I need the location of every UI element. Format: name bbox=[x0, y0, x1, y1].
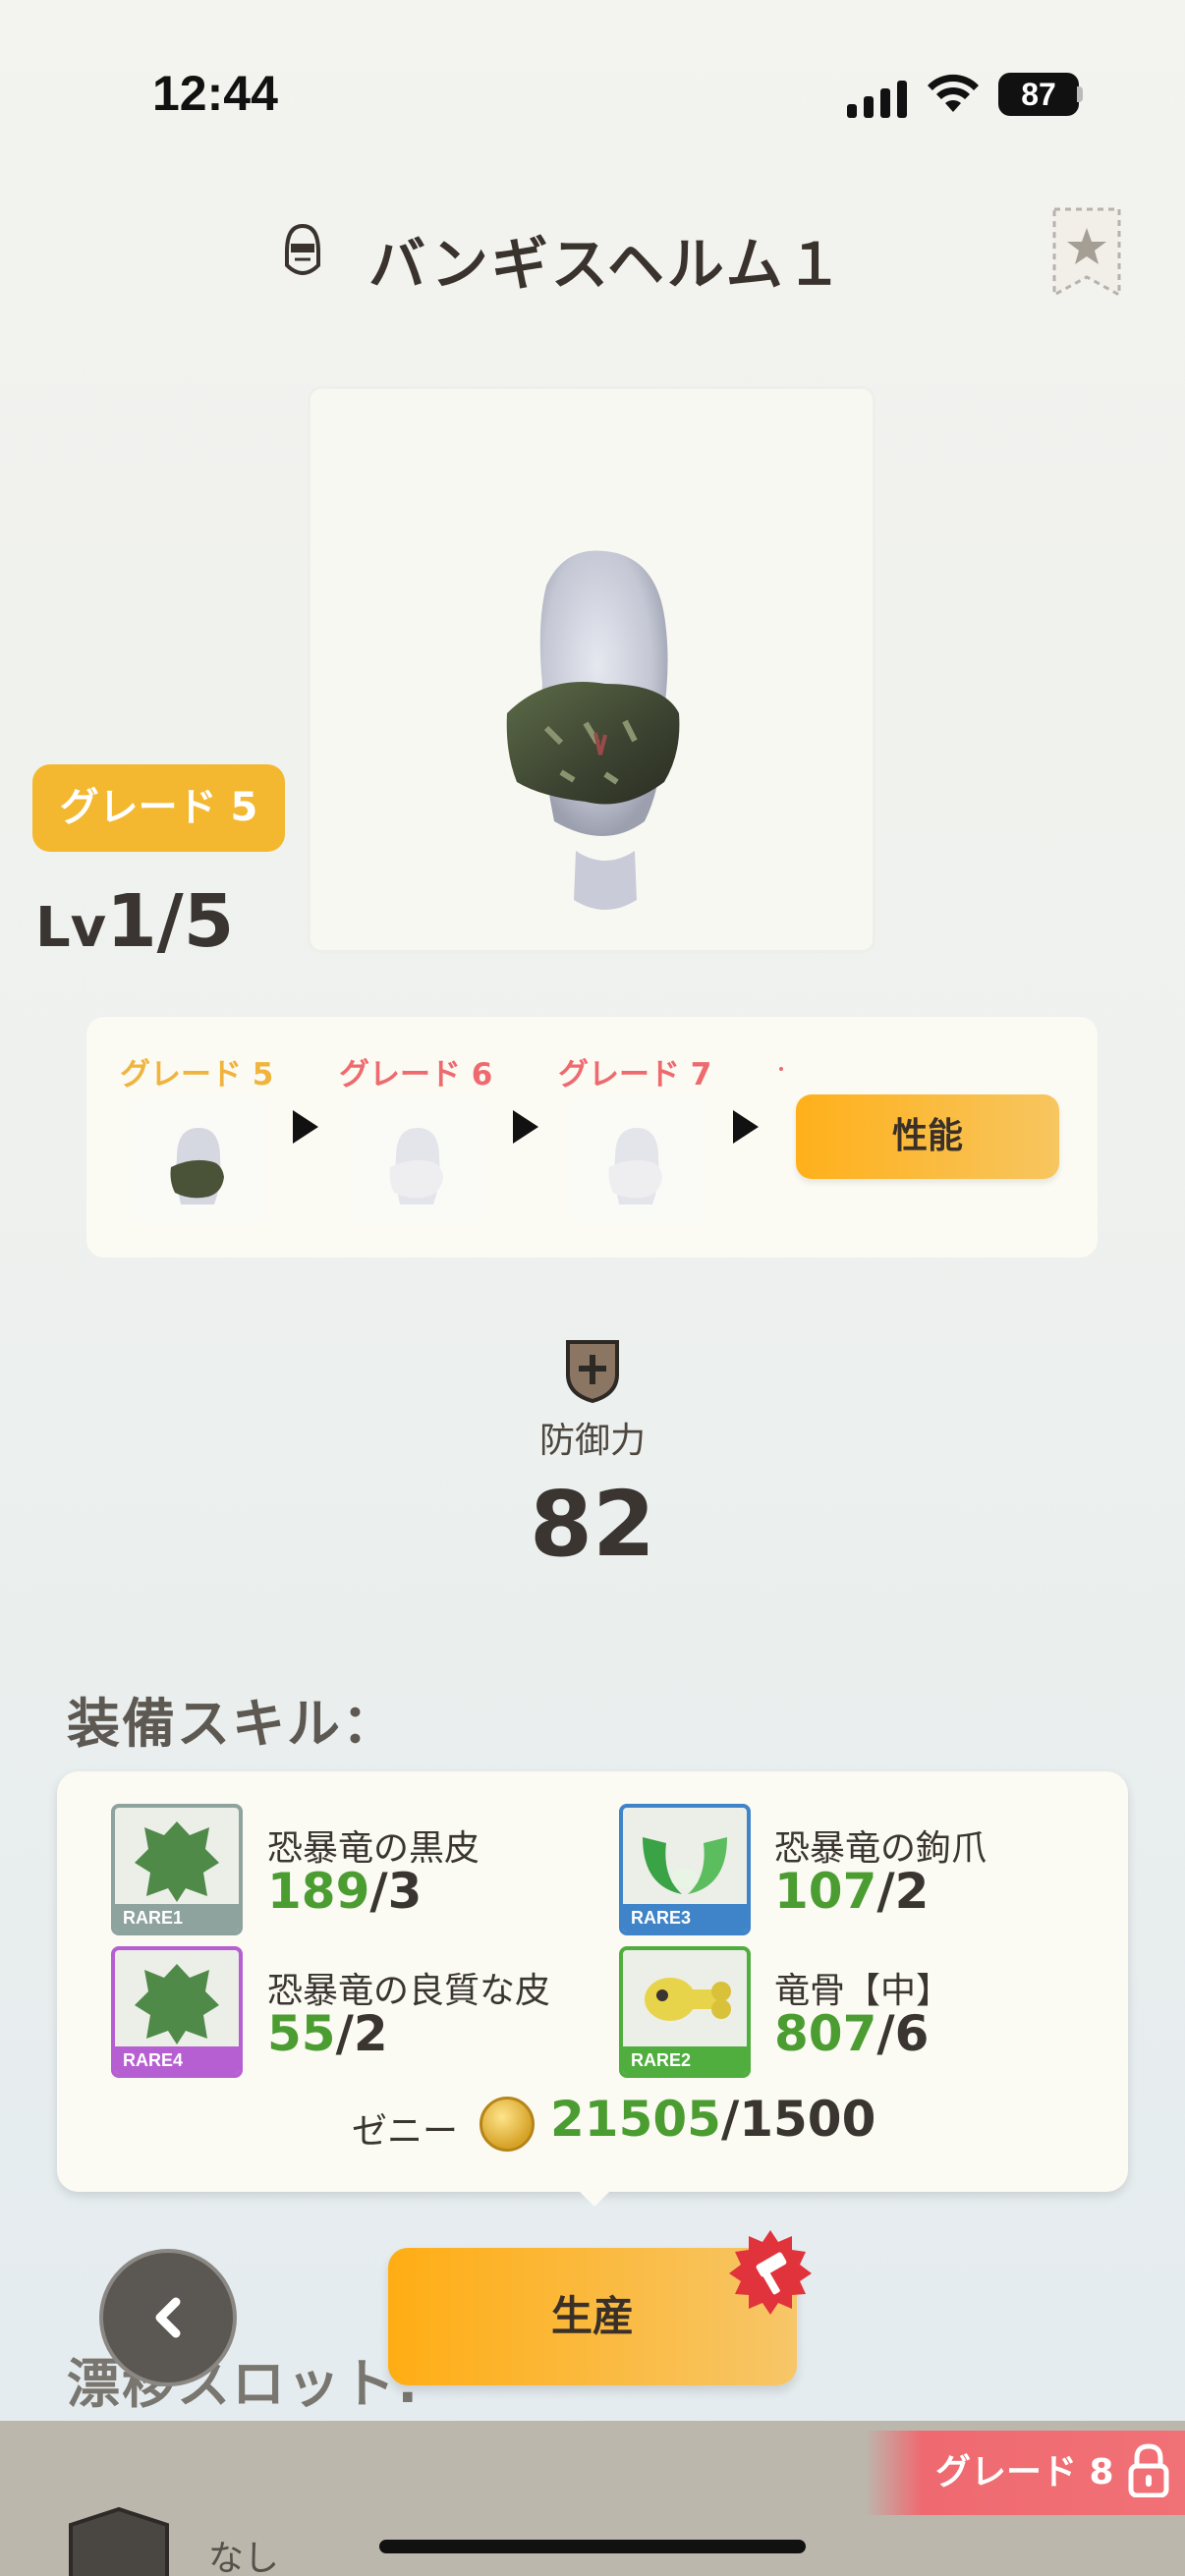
defense-shield-icon bbox=[566, 1340, 619, 1404]
hide-icon bbox=[135, 1964, 219, 2044]
rarity-label: RARE3 bbox=[623, 1904, 747, 1932]
lock-icon bbox=[1128, 2443, 1169, 2497]
back-button[interactable] bbox=[99, 2249, 237, 2386]
zeny-coin-icon bbox=[480, 2097, 535, 2152]
grade-path-label-1: グレード 5 bbox=[120, 1057, 274, 1092]
material-icon-1[interactable]: RARE1 bbox=[111, 1804, 243, 1935]
helmet-model-image bbox=[506, 550, 680, 910]
materials-card-pointer bbox=[575, 2187, 614, 2207]
bone-icon bbox=[645, 1978, 731, 2021]
grade-path-more-dot bbox=[779, 1067, 783, 1071]
grade-6-thumbnail[interactable] bbox=[351, 1098, 484, 1221]
level-value: 1/5 bbox=[106, 879, 235, 964]
slot-none-label: なし bbox=[208, 2539, 280, 2576]
rarity-label: RARE4 bbox=[115, 2046, 239, 2074]
battery-indicator: 87 bbox=[998, 73, 1079, 116]
rarity-label: RARE2 bbox=[623, 2046, 747, 2074]
grade-path-arrow-1 bbox=[293, 1110, 318, 1144]
material-have: 189 bbox=[267, 1863, 370, 1920]
performance-button[interactable]: 性能 bbox=[796, 1094, 1059, 1179]
material-have: 107 bbox=[774, 1863, 877, 1920]
material-need: /2 bbox=[335, 2005, 388, 2062]
zeny-have: 21505 bbox=[550, 2091, 721, 2148]
material-icon-2[interactable]: RARE3 bbox=[619, 1804, 751, 1935]
grade-path-label-3: グレード 7 bbox=[558, 1057, 712, 1092]
zeny-label: ゼニー bbox=[352, 2111, 459, 2152]
defense-value: 82 bbox=[529, 1472, 656, 1577]
grade-path-label-2: グレード 6 bbox=[339, 1057, 493, 1092]
material-count-1: 189/3 bbox=[267, 1863, 422, 1920]
helmet-thumbnail-icon bbox=[389, 1128, 443, 1204]
empty-slot-icon[interactable] bbox=[67, 2505, 171, 2576]
zeny-count: 21505/1500 bbox=[550, 2091, 875, 2148]
level-display: Lv1/5 bbox=[35, 879, 234, 964]
material-count-4: 807/6 bbox=[774, 2005, 929, 2062]
hammer-badge-icon bbox=[729, 2230, 812, 2315]
material-need: /3 bbox=[369, 1863, 423, 1920]
material-count-2: 107/2 bbox=[774, 1863, 929, 1920]
claw-icon bbox=[643, 1837, 727, 1894]
status-time: 12:44 bbox=[152, 66, 278, 121]
home-indicator[interactable] bbox=[379, 2540, 806, 2553]
equipment-title: バンギスヘルム１ bbox=[368, 231, 846, 298]
helmet-thumbnail-icon bbox=[170, 1128, 224, 1204]
material-count-3: 55/2 bbox=[267, 2005, 388, 2062]
material-have: 55 bbox=[267, 2005, 336, 2062]
favorite-star-icon[interactable] bbox=[1051, 206, 1122, 299]
grade-5-thumbnail[interactable] bbox=[132, 1098, 265, 1221]
wifi-icon bbox=[928, 74, 979, 112]
grade-path-arrow-2 bbox=[513, 1110, 538, 1144]
material-icon-3[interactable]: RARE4 bbox=[111, 1946, 243, 2078]
helmet-thumbnail-icon bbox=[608, 1128, 662, 1204]
zeny-need: /1500 bbox=[720, 2091, 876, 2148]
battery-tip bbox=[1077, 86, 1083, 102]
helmet-icon bbox=[285, 223, 320, 276]
skills-heading: 装備スキル： bbox=[67, 1693, 397, 1755]
equipment-preview bbox=[308, 386, 875, 953]
cellular-signal-icon bbox=[847, 81, 907, 118]
hide-icon bbox=[135, 1821, 219, 1902]
chevron-left-icon bbox=[155, 2297, 181, 2338]
material-need: /2 bbox=[876, 1863, 930, 1920]
material-need: /6 bbox=[876, 2005, 930, 2062]
material-icon-4[interactable]: RARE2 bbox=[619, 1946, 751, 2078]
defense-label: 防御力 bbox=[538, 1421, 646, 1461]
grade-path-arrow-3 bbox=[733, 1110, 759, 1144]
grade-7-thumbnail[interactable] bbox=[570, 1098, 704, 1221]
material-have: 807 bbox=[774, 2005, 877, 2062]
current-grade-badge: グレード 5 bbox=[32, 764, 285, 852]
level-prefix: Lv bbox=[35, 896, 107, 960]
rarity-label: RARE1 bbox=[115, 1904, 239, 1932]
